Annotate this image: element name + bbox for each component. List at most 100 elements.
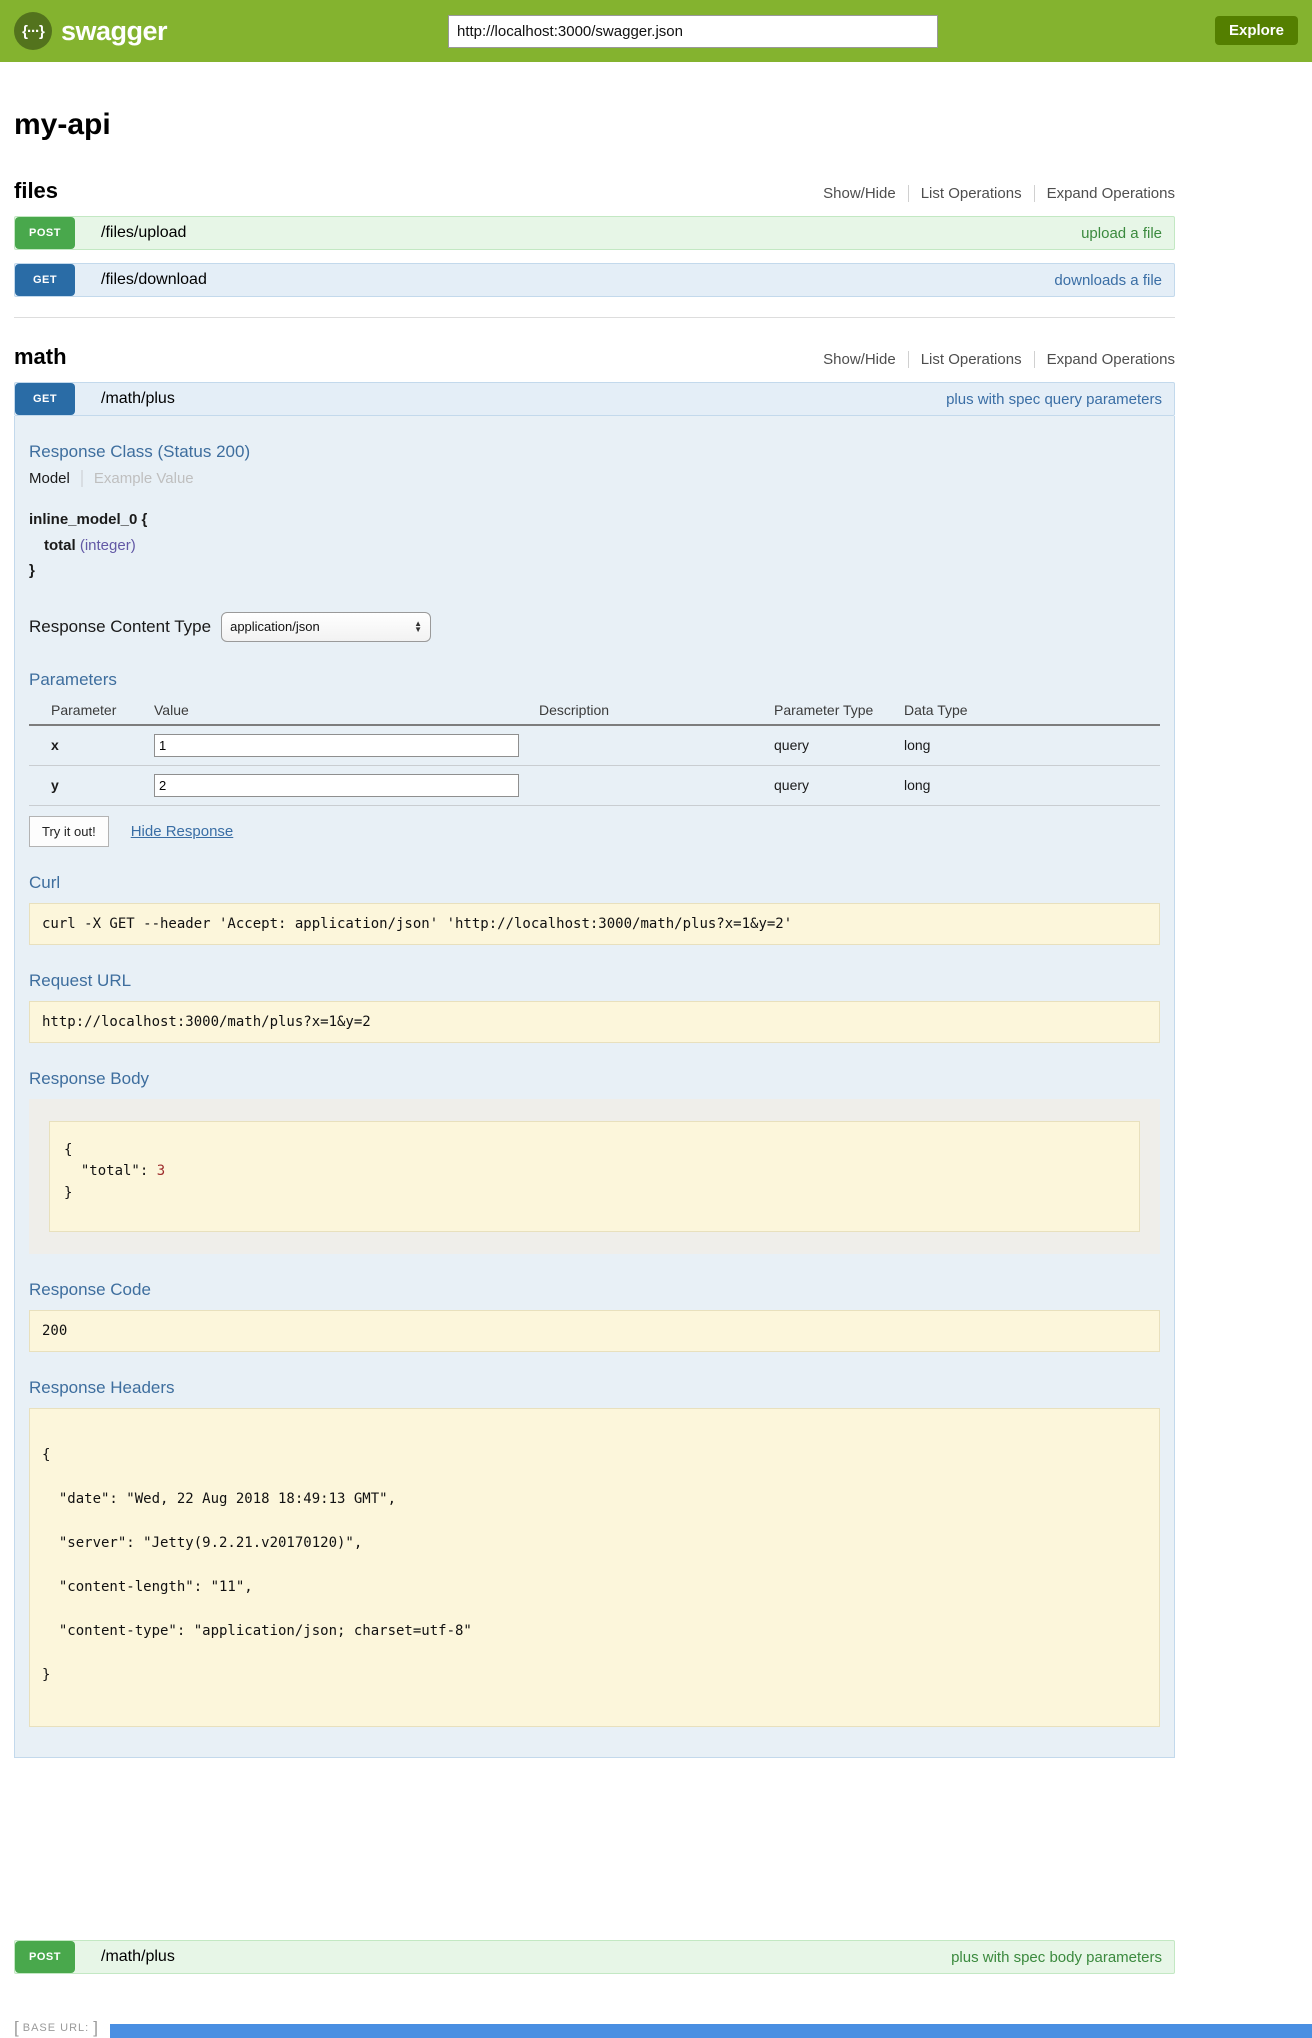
curly-braces-icon: {···} <box>14 12 52 50</box>
endpoint-path-link[interactable]: /math/plus <box>101 390 175 408</box>
math-section-title: math <box>14 344 67 370</box>
model-close: } <box>29 558 1160 584</box>
explore-button[interactable]: Explore <box>1215 16 1298 45</box>
bracket-open: [ <box>14 2018 19 2038</box>
curl-heading: Curl <box>29 873 1160 893</box>
get-method-badge: GET <box>15 264 75 296</box>
response-code-heading: Response Code <box>29 1280 1160 1300</box>
parameter-row-x: x query long <box>29 725 1160 766</box>
bracket-close: ] <box>93 2018 98 2038</box>
headers-line: "content-type": "application/json; chars… <box>42 1624 1147 1639</box>
endpoint-summary-link[interactable]: downloads a file <box>1054 272 1162 289</box>
response-body-wrapper: { "total": 3} <box>29 1099 1160 1254</box>
endpoint-summary-link[interactable]: plus with spec body parameters <box>951 1949 1162 1966</box>
json-total-line: "total": 3 <box>64 1161 1125 1183</box>
expand-operations-link[interactable]: Expand Operations <box>1034 351 1175 368</box>
response-class-heading: Response Class (Status 200) <box>29 442 1160 462</box>
response-body-heading: Response Body <box>29 1069 1160 1089</box>
request-url-heading: Request URL <box>29 971 1160 991</box>
select-stepper-icon: ▲▼ <box>414 621 422 633</box>
page-title: my-api <box>14 108 1175 142</box>
json-number-value: 3 <box>157 1163 165 1179</box>
model-open: inline_model_0 { <box>29 507 1160 533</box>
endpoint-path-link[interactable]: /math/plus <box>101 1948 175 1966</box>
base-url-label: BASE URL: <box>23 2022 89 2034</box>
endpoint-path-link[interactable]: /files/upload <box>101 224 186 242</box>
endpoint-row-files-download[interactable]: GET /files/download downloads a file <box>14 263 1175 297</box>
hide-response-link[interactable]: Hide Response <box>131 823 234 840</box>
expand-operations-link[interactable]: Expand Operations <box>1034 185 1175 202</box>
post-method-badge: POST <box>15 1941 75 1973</box>
response-headers-heading: Response Headers <box>29 1378 1160 1398</box>
headers-line: "server": "Jetty(9.2.21.v20170120)", <box>42 1536 1147 1551</box>
try-row: Try it out! Hide Response <box>29 816 1160 847</box>
param-name: x <box>29 725 154 766</box>
main-content: my-api files Show/Hide List Operations E… <box>14 108 1175 1974</box>
param-y-input[interactable] <box>154 774 519 797</box>
parameters-heading: Parameters <box>29 670 1160 690</box>
post-method-badge: POST <box>15 217 75 249</box>
math-section-header: math Show/Hide List Operations Expand Op… <box>14 344 1175 370</box>
show-hide-link[interactable]: Show/Hide <box>823 351 908 368</box>
header-bar: {···} swagger Explore <box>0 0 1312 62</box>
endpoint-row-math-plus-get[interactable]: GET /math/plus plus with spec query para… <box>14 382 1175 416</box>
endpoint-summary-link[interactable]: upload a file <box>1081 225 1162 242</box>
math-section-controls: Show/Hide List Operations Expand Operati… <box>823 351 1175 368</box>
tab-model[interactable]: Model <box>29 470 83 487</box>
section-divider <box>14 317 1175 318</box>
parameter-row-y: y query long <box>29 765 1160 805</box>
param-description <box>539 765 774 805</box>
param-description <box>539 725 774 766</box>
param-x-input[interactable] <box>154 734 519 757</box>
parameters-table: Parameter Value Description Parameter Ty… <box>29 698 1160 806</box>
headers-line: { <box>42 1448 1147 1463</box>
logo-text: swagger <box>61 16 167 47</box>
headers-line: "content-length": "11", <box>42 1580 1147 1595</box>
endpoint-row-math-plus-post[interactable]: POST /math/plus plus with spec body para… <box>14 1940 1175 1974</box>
spec-url-input[interactable] <box>448 15 938 48</box>
list-operations-link[interactable]: List Operations <box>908 185 1034 202</box>
tab-example-value[interactable]: Example Value <box>83 470 194 487</box>
param-name: y <box>29 765 154 805</box>
response-content-type-select[interactable]: application/json ▲▼ <box>221 612 431 642</box>
model-field-type: (integer) <box>80 537 136 554</box>
response-content-type-label: Response Content Type <box>29 617 211 637</box>
get-method-badge: GET <box>15 383 75 415</box>
files-section-title: files <box>14 178 58 204</box>
model-signature: inline_model_0 { total (integer) } <box>29 507 1160 584</box>
response-body-json: { "total": 3} <box>49 1121 1140 1232</box>
col-data-type: Data Type <box>904 698 1160 725</box>
json-close-brace: } <box>64 1183 1125 1205</box>
col-parameter: Parameter <box>29 698 154 725</box>
curl-command: curl -X GET --header 'Accept: applicatio… <box>29 903 1160 945</box>
parameters-header-row: Parameter Value Description Parameter Ty… <box>29 698 1160 725</box>
endpoint-row-files-upload[interactable]: POST /files/upload upload a file <box>14 216 1175 250</box>
json-open-brace: { <box>64 1140 1125 1162</box>
endpoint-summary-link[interactable]: plus with spec query parameters <box>946 391 1162 408</box>
model-field-name: total <box>44 537 76 554</box>
response-code-value: 200 <box>29 1310 1160 1352</box>
model-tabs: Model Example Value <box>29 470 1160 487</box>
param-data-type: long <box>904 725 1160 766</box>
files-section-header: files Show/Hide List Operations Expand O… <box>14 178 1175 204</box>
request-url-value: http://localhost:3000/math/plus?x=1&y=2 <box>29 1001 1160 1043</box>
col-description: Description <box>539 698 774 725</box>
response-content-type-row: Response Content Type application/json ▲… <box>29 612 1160 642</box>
col-value: Value <box>154 698 539 725</box>
endpoint-path-link[interactable]: /files/download <box>101 271 207 289</box>
selected-content-type: application/json <box>230 619 320 634</box>
model-field: total (integer) <box>29 533 1160 559</box>
json-key: "total": <box>64 1163 157 1179</box>
show-hide-link[interactable]: Show/Hide <box>823 185 908 202</box>
bottom-scroll-bar <box>110 2024 1312 2038</box>
headers-line: } <box>42 1668 1147 1683</box>
files-section-controls: Show/Hide List Operations Expand Operati… <box>823 185 1175 202</box>
param-type: query <box>774 725 904 766</box>
swagger-logo[interactable]: {···} swagger <box>14 12 167 50</box>
headers-line: "date": "Wed, 22 Aug 2018 18:49:13 GMT", <box>42 1492 1147 1507</box>
param-data-type: long <box>904 765 1160 805</box>
try-it-out-button[interactable]: Try it out! <box>29 816 109 847</box>
col-parameter-type: Parameter Type <box>774 698 904 725</box>
response-headers-json: { "date": "Wed, 22 Aug 2018 18:49:13 GMT… <box>29 1408 1160 1728</box>
list-operations-link[interactable]: List Operations <box>908 351 1034 368</box>
